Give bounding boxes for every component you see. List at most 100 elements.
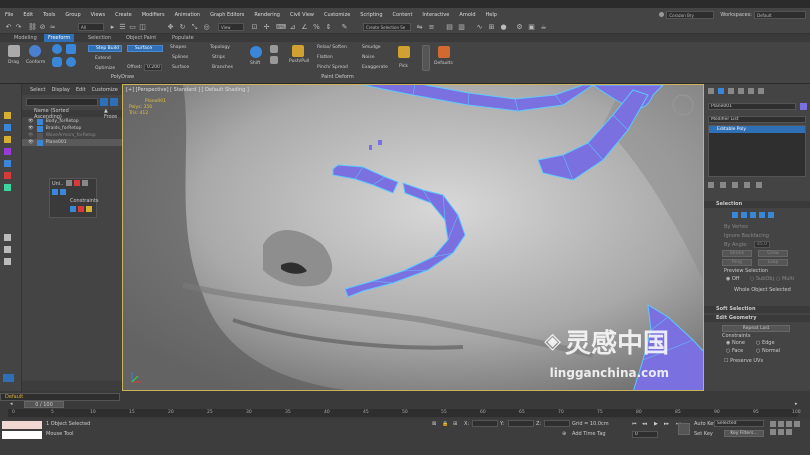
shapes-button[interactable]: Shapes bbox=[170, 45, 186, 50]
move-icon[interactable]: ✥ bbox=[166, 23, 175, 32]
tool-icon[interactable] bbox=[74, 180, 80, 186]
viewcube-icon[interactable] bbox=[671, 93, 695, 117]
extend-button[interactable]: Extend bbox=[95, 56, 111, 61]
grow-button[interactable]: Grow bbox=[758, 250, 788, 257]
user-account-dropdown[interactable]: Corazon Bry bbox=[666, 10, 715, 19]
pin-stack-icon[interactable] bbox=[708, 182, 714, 188]
tab-freeform[interactable]: Freeform bbox=[44, 34, 75, 42]
make-unique-icon[interactable] bbox=[732, 182, 738, 188]
hierarchy-tab-icon[interactable] bbox=[728, 88, 734, 94]
curve-editor-icon[interactable]: ∿ bbox=[475, 23, 484, 32]
list-item[interactable]: 👁 WaveArmors_forRetop bbox=[22, 132, 122, 139]
repeat-last-button[interactable]: Repeat Last bbox=[722, 325, 790, 332]
tab-object-paint[interactable]: Object Paint bbox=[122, 34, 160, 42]
tool-icon[interactable] bbox=[60, 189, 66, 195]
x-coordinate-field[interactable] bbox=[472, 420, 498, 427]
object-color-swatch[interactable] bbox=[800, 103, 807, 110]
constraint-edge-radio[interactable]: ○ Edge bbox=[756, 340, 775, 346]
show-end-result-icon[interactable] bbox=[720, 182, 726, 188]
surface-draw-button[interactable]: Surface bbox=[172, 65, 189, 70]
visibility-eye-icon[interactable]: 👁 bbox=[28, 126, 34, 131]
display-none-icon[interactable] bbox=[4, 246, 11, 253]
selection-filter-dropdown[interactable]: All bbox=[78, 23, 104, 31]
stack-item-editable-poly[interactable]: Editable Poly bbox=[709, 126, 805, 133]
play-icon[interactable]: ▶ bbox=[654, 421, 658, 427]
create-selection-set-dropdown[interactable]: Create Selection Se bbox=[363, 23, 411, 31]
layer-explorer-icon[interactable]: ▥ bbox=[457, 23, 466, 32]
optimize-button[interactable]: Optimize bbox=[95, 66, 115, 71]
utilities-tab-icon[interactable] bbox=[758, 88, 764, 94]
z-coordinate-field[interactable] bbox=[544, 420, 570, 427]
border-icon[interactable] bbox=[750, 212, 756, 218]
display-all-icon[interactable] bbox=[4, 234, 11, 241]
list-item[interactable]: 👁 Body_forRetop bbox=[22, 118, 122, 125]
reference-coordinate-dropdown[interactable]: View bbox=[218, 23, 244, 31]
rendered-frame-window-icon[interactable]: ▣ bbox=[527, 23, 536, 32]
align-icon[interactable]: ≡ bbox=[427, 23, 436, 32]
pinch-spread-button[interactable]: Pinch/ Spread bbox=[317, 65, 348, 70]
rotate-icon[interactable]: ↻ bbox=[178, 23, 187, 32]
set-key-icon[interactable] bbox=[678, 423, 690, 435]
cylinder-icon[interactable] bbox=[66, 57, 76, 67]
workspaces-dropdown[interactable]: Default bbox=[754, 10, 806, 19]
menu-content[interactable]: Content bbox=[388, 12, 418, 18]
go-to-start-icon[interactable]: ⏮ bbox=[632, 421, 637, 427]
menu-tools[interactable]: Tools bbox=[38, 12, 60, 18]
list-item[interactable]: 👁 Plane001 bbox=[22, 139, 122, 146]
window-crossing-icon[interactable]: ◫ bbox=[138, 23, 147, 32]
display-filter-icon[interactable] bbox=[4, 112, 11, 119]
keyboard-shortcut-icon[interactable]: ⌨ bbox=[276, 23, 286, 32]
previous-frame-icon[interactable]: ◂◂ bbox=[642, 421, 647, 427]
zoom-extents-icon[interactable] bbox=[786, 421, 792, 427]
menu-interactive[interactable]: Interactive bbox=[417, 12, 454, 18]
isolate-selection-icon[interactable]: ⊠ bbox=[432, 421, 436, 427]
maxscript-output[interactable] bbox=[2, 431, 42, 439]
menu-views[interactable]: Views bbox=[86, 12, 110, 18]
timeline-prev-icon[interactable]: ◂ bbox=[10, 401, 13, 407]
brush-icon-2[interactable] bbox=[270, 56, 278, 64]
menu-animation[interactable]: Animation bbox=[170, 12, 206, 18]
constraint-icon[interactable] bbox=[70, 206, 76, 212]
display-spacewarps-icon[interactable] bbox=[4, 184, 11, 191]
preserve-uvs-checkbox[interactable]: ☐ Preserve UVs bbox=[724, 358, 763, 364]
flatten-button[interactable]: Flatten bbox=[317, 55, 333, 60]
defaults-icon[interactable] bbox=[438, 46, 450, 58]
preview-multi-radio[interactable]: ○ Multi bbox=[776, 276, 794, 282]
menu-modifiers[interactable]: Modifiers bbox=[137, 12, 170, 18]
render-production-icon[interactable]: ☕ bbox=[539, 23, 548, 32]
push-pull-icon[interactable] bbox=[292, 45, 304, 57]
time-tag-icon[interactable]: ⊕ bbox=[562, 431, 566, 437]
time-slider[interactable]: 0 / 100 bbox=[24, 401, 64, 408]
scene-menu-select[interactable]: Select bbox=[30, 87, 45, 93]
percent-snap-icon[interactable]: % bbox=[312, 23, 321, 32]
display-geometry-icon[interactable] bbox=[4, 124, 11, 131]
exaggerate-button[interactable]: Exaggerate bbox=[362, 65, 388, 70]
track-bar[interactable]: 0 5 10 15 20 25 30 35 40 45 50 55 60 65 70 75 80 85 90 95 10… bbox=[8, 409, 801, 417]
menu-help[interactable]: Help bbox=[481, 12, 502, 18]
preview-off-radio[interactable]: ◉ Off bbox=[726, 276, 739, 282]
sphere-icon[interactable] bbox=[52, 44, 62, 54]
edge-icon[interactable] bbox=[741, 212, 747, 218]
display-cameras-icon[interactable] bbox=[4, 160, 11, 167]
select-by-name-icon[interactable]: ☰ bbox=[118, 23, 127, 32]
schematic-view-icon[interactable]: ⊞ bbox=[487, 23, 496, 32]
auto-key-button[interactable]: Auto Key bbox=[694, 421, 716, 427]
maximize-viewport-icon[interactable] bbox=[786, 429, 792, 435]
scene-menu-edit[interactable]: Edit bbox=[76, 87, 86, 93]
constraint-face-radio[interactable]: ○ Face bbox=[726, 348, 743, 354]
add-time-tag-button[interactable]: Add Time Tag bbox=[572, 431, 606, 437]
drag-icon[interactable] bbox=[8, 45, 20, 57]
spinner-snap-icon[interactable]: ⇕ bbox=[324, 23, 333, 32]
pan-icon[interactable] bbox=[770, 429, 776, 435]
object-name-field[interactable]: Plane001 bbox=[708, 103, 796, 110]
constraint-icon[interactable] bbox=[78, 206, 84, 212]
loop-button[interactable]: Loop bbox=[758, 259, 788, 266]
display-shapes-icon[interactable] bbox=[4, 136, 11, 143]
render-setup-icon[interactable]: ⚙ bbox=[515, 23, 524, 32]
scene-explorer-toggle-icon[interactable] bbox=[3, 374, 14, 382]
bind-space-warp-icon[interactable]: ≈ bbox=[48, 23, 57, 32]
smudge-button[interactable]: Smudge bbox=[362, 45, 381, 50]
by-angle-field[interactable]: 45.0 bbox=[754, 241, 770, 248]
select-object-icon[interactable]: ▸ bbox=[108, 23, 117, 32]
visibility-eye-icon[interactable]: 👁 bbox=[28, 133, 34, 138]
